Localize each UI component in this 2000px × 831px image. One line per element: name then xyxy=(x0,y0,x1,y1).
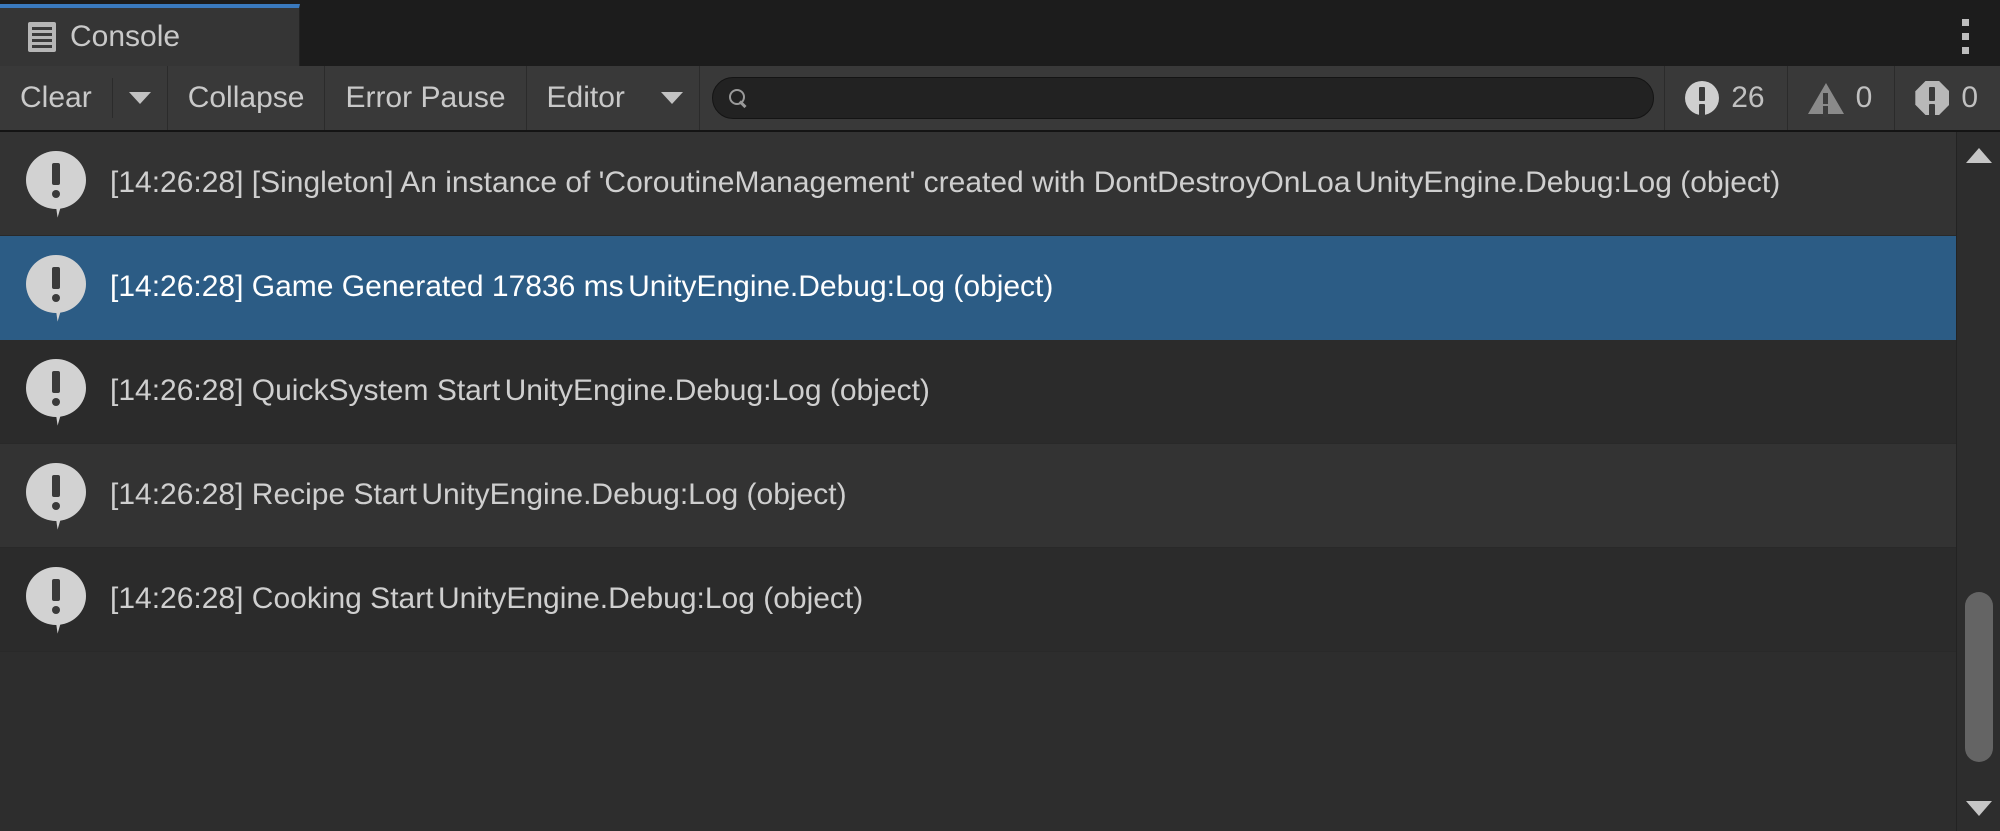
console-page-icon xyxy=(28,22,56,52)
log-entry-message: [14:26:28] Recipe Start xyxy=(110,478,417,512)
error-pause-button[interactable]: Error Pause xyxy=(325,66,527,130)
log-entry-stack: UnityEngine.Debug:Log (object) xyxy=(421,478,847,512)
error-octagon-icon xyxy=(1915,81,1950,115)
console-window: Console Clear Collapse Error Pause Edito… xyxy=(0,0,2000,831)
tab-console-label: Console xyxy=(70,20,181,53)
error-count-badge[interactable]: 0 xyxy=(1894,66,2000,130)
log-count-value: 26 xyxy=(1731,81,1765,114)
console-log-list: [14:26:28] [Singleton] An instance of 'C… xyxy=(0,132,2000,831)
editor-dropdown-group[interactable]: Editor xyxy=(527,66,700,130)
console-toolbar: Clear Collapse Error Pause Editor 26 0 0 xyxy=(0,66,2000,132)
log-info-bubble-icon xyxy=(26,254,88,322)
log-entry-text: [14:26:28] Game Generated 17836 ms Unity… xyxy=(110,266,1956,309)
log-entry-text: [14:26:28] QuickSystem Start UnityEngine… xyxy=(110,370,1956,413)
log-info-bubble-icon xyxy=(26,150,88,218)
log-entry-row[interactable]: [14:26:28] QuickSystem Start UnityEngine… xyxy=(0,340,1956,444)
chevron-down-icon xyxy=(660,92,683,104)
editor-button[interactable]: Editor xyxy=(527,66,645,130)
log-entry-message: [14:26:28] Game Generated 17836 ms xyxy=(110,270,624,304)
warning-count-value: 0 xyxy=(1855,81,1873,114)
collapse-button-label: Collapse xyxy=(187,81,305,114)
editor-button-label: Editor xyxy=(546,81,625,114)
log-entry-stack: UnityEngine.Debug:Log (object) xyxy=(1355,166,1781,200)
log-entry-message: [14:26:28] [Singleton] An instance of 'C… xyxy=(110,166,1351,200)
warning-triangle-icon xyxy=(1807,82,1844,114)
scrollbar-thumb[interactable] xyxy=(1965,592,1993,762)
log-info-bubble-icon xyxy=(26,566,88,634)
vertical-scrollbar[interactable] xyxy=(1956,132,2000,831)
log-entry-text: [14:26:28] Cooking Start UnityEngine.Deb… xyxy=(110,578,1956,621)
log-entry-message: [14:26:28] QuickSystem Start xyxy=(110,374,501,408)
clear-button-group: Clear xyxy=(0,66,168,130)
log-count-badge[interactable]: 26 xyxy=(1664,66,1786,130)
log-entry-text: [14:26:28] Recipe Start UnityEngine.Debu… xyxy=(110,474,1956,517)
log-entry-message: [14:26:28] Cooking Start xyxy=(110,582,434,616)
log-rows: [14:26:28] [Singleton] An instance of 'C… xyxy=(0,132,1956,831)
log-info-icon xyxy=(1685,81,1720,115)
collapse-button[interactable]: Collapse xyxy=(168,66,326,130)
log-entry-stack: UnityEngine.Debug:Log (object) xyxy=(438,582,864,616)
tab-console[interactable]: Console xyxy=(0,4,300,66)
log-entry-stack: UnityEngine.Debug:Log (object) xyxy=(628,270,1054,304)
search-box[interactable] xyxy=(711,77,1655,119)
scroll-down-arrow-icon[interactable] xyxy=(1957,789,2000,827)
log-entry-text: [14:26:28] [Singleton] An instance of 'C… xyxy=(110,162,1956,205)
error-count-value: 0 xyxy=(1961,81,1978,114)
search-container xyxy=(700,66,1664,130)
clear-dropdown-button[interactable] xyxy=(113,66,167,130)
clear-button-label: Clear xyxy=(20,81,92,114)
log-info-bubble-icon xyxy=(26,462,88,530)
log-entry-row[interactable]: [14:26:28] Cooking Start UnityEngine.Deb… xyxy=(0,548,1956,652)
tab-bar: Console xyxy=(0,0,2000,66)
warning-count-badge[interactable]: 0 xyxy=(1786,66,1895,130)
search-input[interactable] xyxy=(756,82,1638,114)
clear-button[interactable]: Clear xyxy=(0,66,112,130)
chevron-down-icon xyxy=(128,92,151,104)
log-entry-row[interactable]: [14:26:28] [Singleton] An instance of 'C… xyxy=(0,132,1956,236)
kebab-menu-icon[interactable] xyxy=(1948,14,1982,58)
search-icon xyxy=(728,89,747,107)
log-info-bubble-icon xyxy=(26,358,88,426)
scroll-up-arrow-icon[interactable] xyxy=(1957,136,2000,174)
log-entry-stack: UnityEngine.Debug:Log (object) xyxy=(504,374,930,408)
editor-dropdown-button[interactable] xyxy=(645,66,699,130)
log-entry-row[interactable]: [14:26:28] Recipe Start UnityEngine.Debu… xyxy=(0,444,1956,548)
log-entry-row[interactable]: [14:26:28] Game Generated 17836 ms Unity… xyxy=(0,236,1956,340)
error-pause-button-label: Error Pause xyxy=(345,81,506,114)
